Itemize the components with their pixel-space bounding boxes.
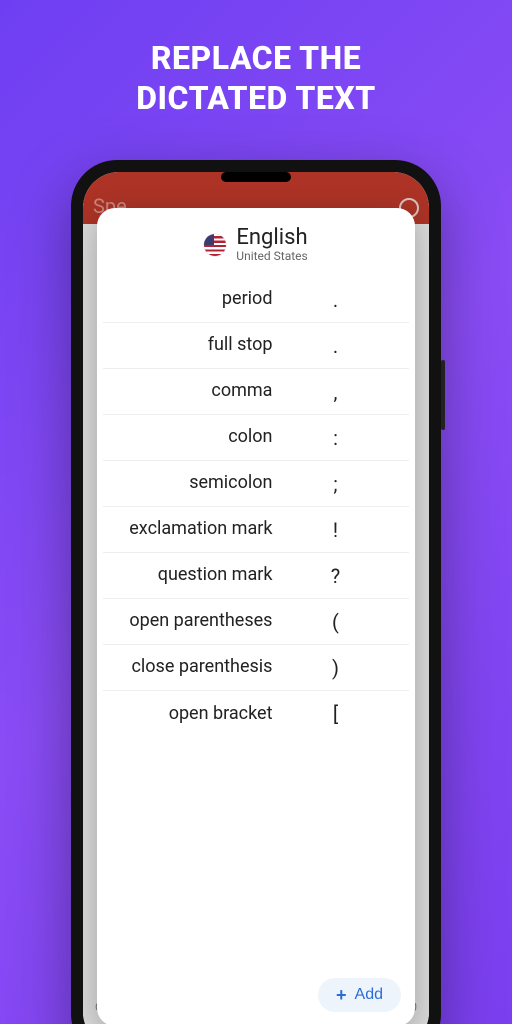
phrase-label: comma bbox=[103, 381, 280, 402]
list-item[interactable]: question mark ? bbox=[103, 553, 409, 599]
phrase-label: open bracket bbox=[103, 704, 280, 725]
add-button-label: Add bbox=[355, 986, 383, 1004]
us-flag-icon bbox=[204, 234, 226, 256]
language-name: English bbox=[236, 226, 307, 249]
phrase-label: close parenthesis bbox=[103, 657, 280, 678]
list-item[interactable]: open bracket [ bbox=[103, 691, 409, 737]
headline-line-2: DICTATED TEXT bbox=[136, 79, 375, 117]
plus-icon: + bbox=[336, 986, 347, 1004]
replacement-list[interactable]: period . full stop . comma , colon : sem… bbox=[97, 273, 415, 968]
symbol-label: ? bbox=[280, 564, 384, 588]
symbol-label: , bbox=[280, 380, 384, 404]
phone-frame: Spe S la tl e b s C: 0 V: 0 English Unit… bbox=[71, 160, 441, 1024]
phrase-label: full stop bbox=[103, 335, 280, 356]
phrase-label: exclamation mark bbox=[103, 519, 280, 540]
add-button[interactable]: + Add bbox=[318, 978, 401, 1012]
symbol-label: ; bbox=[280, 472, 384, 496]
list-item[interactable]: comma , bbox=[103, 369, 409, 415]
phrase-label: open parentheses bbox=[103, 611, 280, 632]
symbol-label: . bbox=[280, 334, 384, 358]
dialog-header: English United States bbox=[97, 208, 415, 273]
dialog-footer: + Add bbox=[97, 968, 415, 1024]
list-item[interactable]: exclamation mark ! bbox=[103, 507, 409, 553]
list-item[interactable]: open parentheses ( bbox=[103, 599, 409, 645]
list-item[interactable]: close parenthesis ) bbox=[103, 645, 409, 691]
promo-headline: REPLACE THE DICTATED TEXT bbox=[0, 0, 512, 118]
phrase-label: colon bbox=[103, 427, 280, 448]
headline-line-1: REPLACE THE bbox=[151, 39, 361, 77]
phone-side-button-icon bbox=[441, 360, 445, 430]
list-item[interactable]: full stop . bbox=[103, 323, 409, 369]
phrase-label: question mark bbox=[103, 565, 280, 586]
replacement-dialog: English United States period . full stop… bbox=[97, 208, 415, 1024]
symbol-label: : bbox=[280, 426, 384, 450]
symbol-label: ) bbox=[280, 656, 384, 680]
phone-earpiece-icon bbox=[221, 172, 291, 182]
symbol-label: . bbox=[280, 288, 384, 312]
symbol-label: ! bbox=[280, 518, 384, 542]
list-item[interactable]: colon : bbox=[103, 415, 409, 461]
symbol-label: ( bbox=[280, 610, 384, 634]
list-item[interactable]: period . bbox=[103, 277, 409, 323]
phrase-label: semicolon bbox=[103, 473, 280, 494]
symbol-label: [ bbox=[280, 702, 384, 726]
phrase-label: period bbox=[103, 289, 280, 310]
language-region: United States bbox=[236, 249, 307, 263]
phone-screen: Spe S la tl e b s C: 0 V: 0 English Unit… bbox=[83, 172, 429, 1024]
list-item[interactable]: semicolon ; bbox=[103, 461, 409, 507]
